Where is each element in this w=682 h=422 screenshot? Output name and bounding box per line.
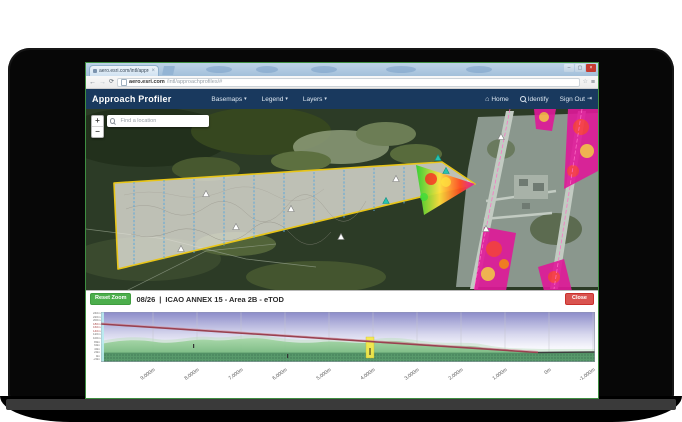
chevron-down-icon: ▾ — [324, 96, 327, 102]
url-path: /intl/approachprofiles/# — [167, 79, 222, 85]
zoom-in-button[interactable]: + — [92, 116, 103, 126]
window-controls: – ▢ × — [564, 64, 596, 72]
theme-decoration — [311, 66, 337, 73]
satellite-basemap — [86, 109, 598, 290]
x-tick-label: 2,000m — [437, 367, 465, 389]
x-tick-label: 9,000m — [129, 367, 157, 389]
location-search[interactable] — [107, 115, 209, 127]
profile-panel-header: Reset Zoom 08/26 | ICAO ANNEX 15 - Area … — [86, 290, 598, 307]
y-tick-label: 240m — [93, 313, 100, 315]
home-icon: ⌂ — [485, 96, 489, 103]
x-tick-label: 0m — [525, 367, 553, 389]
surface-label: ICAO ANNEX 15 - Area 2B - eTOD — [165, 295, 284, 304]
terrain-base-band — [101, 353, 595, 362]
search-icon — [110, 118, 115, 124]
x-tick-label: 3,000m — [393, 367, 421, 389]
x-tick-label: 1,000m — [481, 367, 509, 389]
y-tick-label: 60m — [93, 345, 100, 347]
browser-toolbar: ← → ⟳ aero.esri.com /intl/approachprofil… — [86, 76, 598, 89]
nav-identify[interactable]: Identify — [520, 96, 549, 103]
x-tick-label: -1,000m — [569, 367, 597, 389]
menu-basemaps[interactable]: Basemaps ▾ — [211, 96, 246, 103]
obstacle-tick — [287, 354, 288, 358]
maximize-button[interactable]: ▢ — [575, 64, 585, 72]
title-separator: | — [159, 295, 161, 304]
new-tab-button[interactable] — [162, 66, 175, 75]
x-tick-label: 7,000m — [217, 367, 245, 389]
chevron-down-icon: ▾ — [244, 96, 247, 102]
x-tick-label: 4,000m — [349, 367, 377, 389]
theme-decoration — [256, 66, 278, 73]
browser-menu-icon[interactable]: ≡ — [591, 79, 595, 86]
chevron-down-icon: ▾ — [285, 96, 288, 102]
reload-icon[interactable]: ⟳ — [109, 79, 114, 85]
runway-designator: 08/26 — [136, 295, 155, 304]
page: aero.esri.com/intl/appro... × – ▢ × ← → … — [0, 0, 682, 422]
y-tick-label: 120m — [93, 334, 100, 336]
laptop-hinge — [6, 399, 676, 410]
nav-sign-out[interactable]: Sign Out ⇥ — [560, 96, 592, 103]
bookmark-icon[interactable]: ☆ — [583, 79, 588, 85]
map-canvas[interactable]: + − — [86, 109, 598, 290]
close-panel-button[interactable]: Close — [565, 293, 594, 305]
nav-signout-label: Sign Out — [560, 96, 585, 103]
y-tick-label: 80m — [93, 341, 100, 343]
profile-title: 08/26 | ICAO ANNEX 15 - Area 2B - eTOD — [136, 295, 283, 304]
profile-plot-area[interactable] — [101, 312, 595, 362]
map-zoom-control: + − — [91, 115, 104, 138]
search-input[interactable] — [118, 117, 206, 125]
browser-tab[interactable]: aero.esri.com/intl/appro... × — [89, 65, 159, 76]
x-tick-label: 5,000m — [305, 367, 333, 389]
profile-chart[interactable]: 240m 220m 200m 180m 160m 140m 120m 100m … — [86, 307, 598, 398]
menu-label: Basemaps — [211, 96, 242, 103]
nav-menus: Basemaps ▾ Legend ▾ Layers ▾ — [211, 96, 326, 103]
y-tick-label: 200m — [93, 320, 100, 322]
identify-icon — [520, 96, 526, 102]
menu-legend[interactable]: Legend ▾ — [262, 96, 288, 103]
minimize-button[interactable]: – — [564, 64, 574, 72]
reset-zoom-button[interactable]: Reset Zoom — [90, 293, 131, 305]
y-tick-label: 160m — [93, 327, 100, 329]
url-domain: aero.esri.com — [129, 79, 165, 85]
y-tick-label: 100m — [93, 338, 100, 340]
browser-tab-bar: aero.esri.com/intl/appro... × – ▢ × — [86, 63, 598, 76]
obstacle-tick — [193, 344, 194, 348]
x-tick-label: 8,000m — [173, 367, 201, 389]
menu-label: Layers — [303, 96, 323, 103]
nav-right-links: ⌂ Home Identify Sign Out ⇥ — [485, 96, 592, 103]
tab-title: aero.esri.com/intl/appro... — [99, 68, 149, 74]
browser-window: aero.esri.com/intl/appro... × – ▢ × ← → … — [85, 62, 599, 399]
forward-icon[interactable]: → — [99, 79, 106, 86]
theme-decoration — [206, 66, 232, 73]
y-tick-label: 20m — [93, 352, 100, 354]
theme-decoration — [466, 66, 492, 73]
tab-close-icon[interactable]: × — [151, 68, 155, 74]
nav-home-label: Home — [491, 96, 508, 103]
menu-label: Legend — [262, 96, 284, 103]
runway-line — [538, 352, 595, 353]
zoom-out-button[interactable]: − — [92, 126, 103, 137]
theme-decoration — [386, 66, 416, 73]
close-window-button[interactable]: × — [586, 64, 596, 72]
app-navbar: Approach Profiler Basemaps ▾ Legend ▾ La… — [86, 89, 598, 109]
threshold-strip — [101, 312, 104, 362]
page-icon — [121, 79, 127, 86]
sign-out-icon: ⇥ — [587, 96, 592, 102]
app-title: Approach Profiler — [92, 94, 171, 104]
x-tick-label: 6,000m — [261, 367, 289, 389]
nav-home[interactable]: ⌂ Home — [485, 96, 509, 103]
address-bar[interactable]: aero.esri.com /intl/approachprofiles/# — [117, 78, 579, 87]
menu-layers[interactable]: Layers ▾ — [303, 96, 327, 103]
favicon — [93, 69, 97, 73]
nav-identify-label: Identify — [528, 96, 549, 103]
x-axis-labels: 9,000m 8,000m 7,000m 6,000m 5,000m 4,000… — [101, 363, 595, 393]
y-axis-labels: 240m 220m 200m 180m 160m 140m 120m 100m … — [86, 312, 100, 362]
back-icon[interactable]: ← — [89, 79, 96, 86]
y-tick-label: -20m — [93, 359, 100, 361]
